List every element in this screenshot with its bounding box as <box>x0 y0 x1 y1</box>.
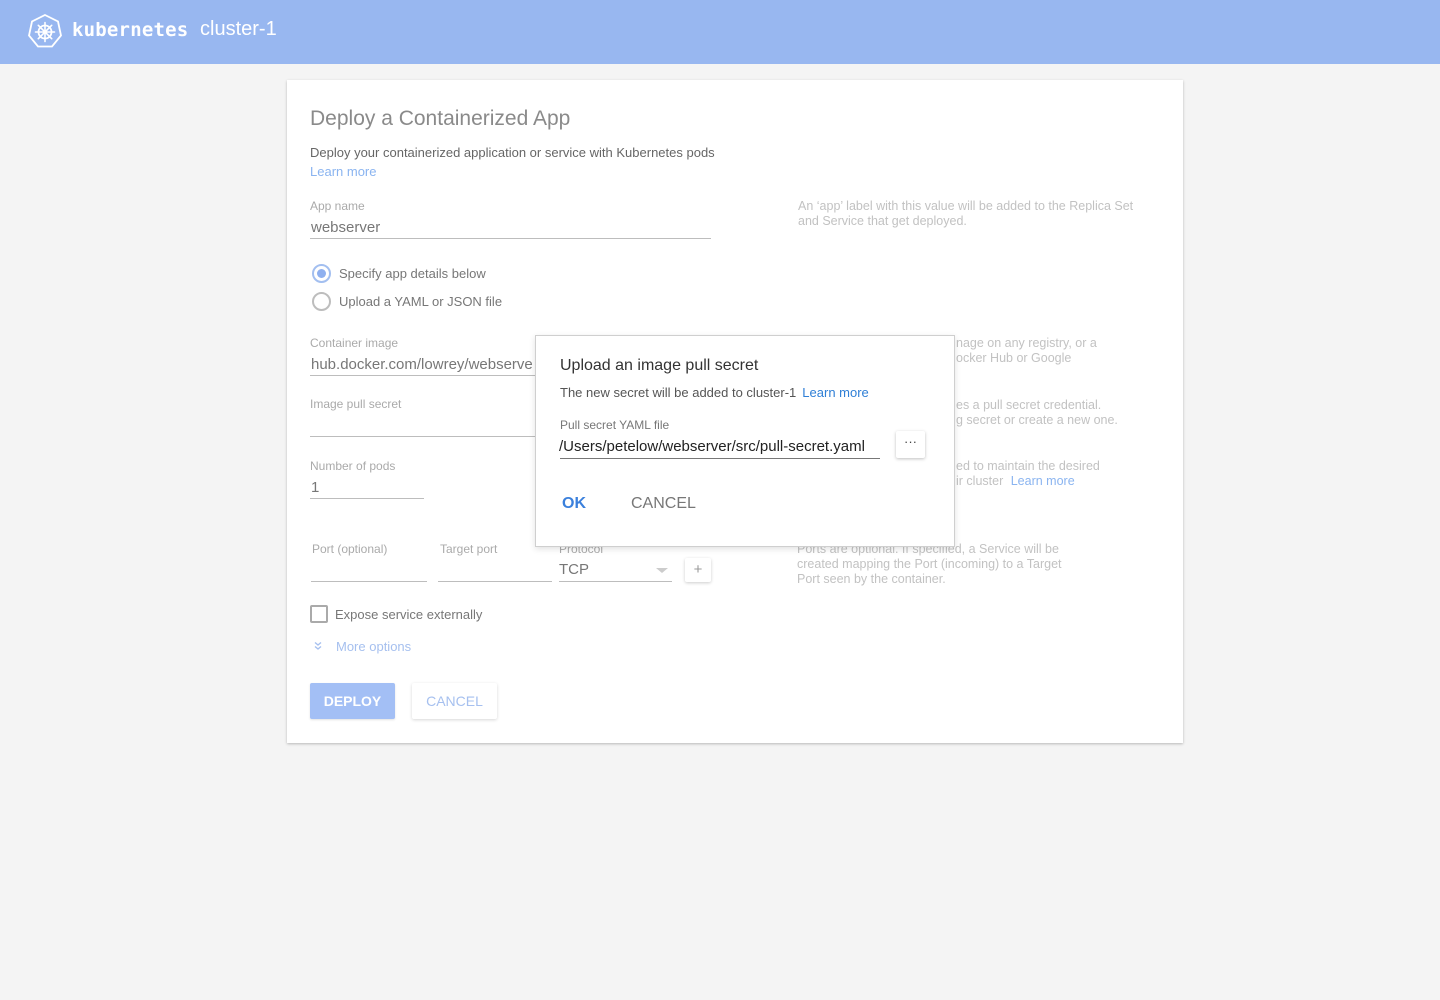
pods-learn-more-link[interactable]: Learn more <box>1011 474 1075 488</box>
pods-help-1: ed to maintain the desired <box>956 459 1100 473</box>
target-port-label: Target port <box>440 542 498 556</box>
container-image-help-1: nage on any registry, or a <box>956 336 1097 350</box>
double-chevron-down-icon[interactable] <box>313 641 323 651</box>
app-name-help: An ‘app’ label with this value will be a… <box>798 199 1134 228</box>
pods-label: Number of pods <box>310 459 396 473</box>
radio-specify-details[interactable] <box>312 264 331 283</box>
dialog-cancel-button[interactable]: CANCEL <box>631 495 696 513</box>
brand-name[interactable]: kubernetes <box>72 19 188 41</box>
dialog-title: Upload an image pull secret <box>560 357 759 374</box>
protocol-select[interactable]: TCP <box>559 561 589 578</box>
add-port-button[interactable]: + <box>685 558 711 582</box>
container-image-underline <box>310 375 540 376</box>
ports-help: Ports are optional. If specified, a Serv… <box>797 542 1062 586</box>
port-label: Port (optional) <box>312 542 388 556</box>
top-bar: kubernetes cluster-1 <box>0 0 1440 64</box>
dialog-subtitle: The new secret will be added to cluster-… <box>560 385 869 400</box>
expose-service-checkbox[interactable] <box>310 605 328 623</box>
expose-service-label[interactable]: Expose service externally <box>335 607 482 622</box>
page-subtitle: Deploy your containerized application or… <box>310 145 715 160</box>
dialog-subtitle-text: The new secret will be added to cluster-… <box>560 385 797 400</box>
page-title: Deploy a Containerized App <box>310 107 571 130</box>
image-pull-secret-label: Image pull secret <box>310 397 402 411</box>
container-image-input[interactable]: hub.docker.com/lowrey/webserve <box>311 356 535 373</box>
dialog-learn-more-link[interactable]: Learn more <box>802 385 868 400</box>
pull-secret-file-label: Pull secret YAML file <box>560 418 670 432</box>
dialog-ok-button[interactable]: OK <box>562 495 586 513</box>
pull-secret-help-1: es a pull secret credential. <box>956 398 1102 412</box>
protocol-underline <box>559 581 672 582</box>
cluster-name: cluster-1 <box>200 18 277 40</box>
app-name-label: App name <box>310 199 365 213</box>
pull-secret-file-input[interactable]: /Users/petelow/webserver/src/pull-secret… <box>559 438 865 455</box>
pods-help-2: ir cluster Learn more <box>956 474 1075 489</box>
app-name-input[interactable]: webserver <box>311 219 380 236</box>
app-name-underline <box>310 238 711 239</box>
browse-file-button[interactable]: ··· <box>896 431 925 458</box>
radio-upload-file-label[interactable]: Upload a YAML or JSON file <box>339 294 502 309</box>
upload-pull-secret-dialog: Upload an image pull secret The new secr… <box>535 335 955 547</box>
port-underline <box>311 581 427 582</box>
image-pull-secret-underline <box>310 436 540 437</box>
cancel-button[interactable]: CANCEL <box>412 683 497 719</box>
radio-specify-details-label[interactable]: Specify app details below <box>339 266 486 281</box>
more-options-link[interactable]: More options <box>336 639 411 654</box>
pods-input[interactable]: 1 <box>311 479 319 496</box>
container-image-help-2: ocker Hub or Google <box>956 351 1072 365</box>
kubernetes-helm-icon[interactable] <box>27 13 63 49</box>
dropdown-arrow-icon[interactable] <box>656 568 668 573</box>
container-image-label: Container image <box>310 336 399 350</box>
radio-upload-file[interactable] <box>312 292 331 311</box>
pull-secret-help-2: g secret or create a new one. <box>956 413 1118 427</box>
deploy-button[interactable]: DEPLOY <box>310 683 395 719</box>
pull-secret-file-underline <box>560 458 880 459</box>
learn-more-link[interactable]: Learn more <box>310 164 376 179</box>
target-port-underline <box>438 581 552 582</box>
pods-underline <box>310 498 424 499</box>
pods-help-text: ir cluster <box>956 474 1004 488</box>
